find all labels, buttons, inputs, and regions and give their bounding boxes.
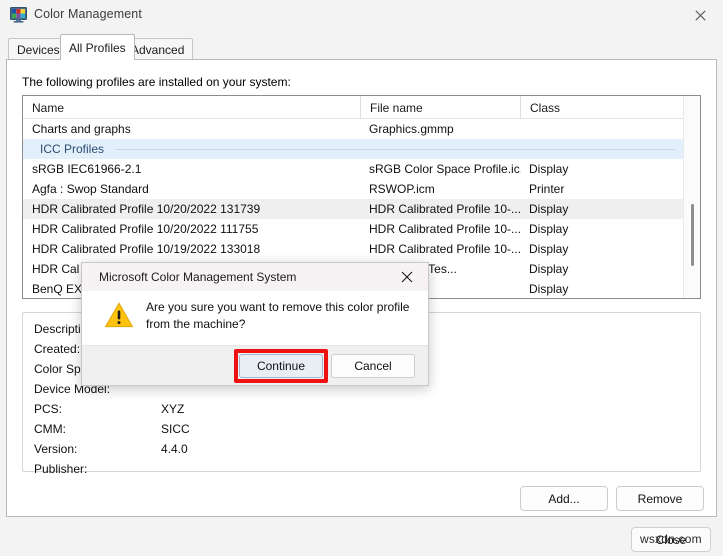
cell-class: Display	[529, 242, 569, 256]
table-row[interactable]: HDR Calibrated Profile 10/19/2022 133018…	[23, 239, 683, 259]
cancel-button[interactable]: Cancel	[331, 354, 415, 378]
add-button[interactable]: Add...	[520, 486, 608, 511]
cell-name: HDR Calibrated Profile 10/19/2022 133018	[32, 242, 261, 256]
dialog-close-icon[interactable]	[390, 263, 424, 291]
dialog-message: Are you sure you want to remove this col…	[146, 300, 410, 331]
confirm-remove-dialog: Microsoft Color Management System Are yo…	[81, 262, 429, 386]
group-header-rule	[115, 149, 675, 150]
description-value: XYZ	[161, 402, 185, 416]
list-header: Name File name Class	[23, 96, 700, 119]
table-row[interactable]: HDR Calibrated Profile 10/20/2022 111755…	[23, 219, 683, 239]
watermark-text: wsxdn.com	[640, 532, 702, 546]
cell-class	[529, 119, 679, 139]
description-label: Publisher:	[34, 462, 88, 476]
table-row[interactable]: Agfa : Swop Standard RSWOP.icm Printer	[23, 179, 683, 199]
cell-class: Display	[529, 262, 569, 276]
cell-class: Display	[529, 282, 569, 296]
cell-name: HDR Calibrated Profile 10/20/2022 111755	[32, 222, 259, 236]
description-label: Version:	[34, 442, 78, 456]
cell-file-name: HDR Calibrated Profile 10-...	[369, 202, 521, 216]
table-row[interactable]: sRGB IEC61966-2.1 sRGB Color Space Profil…	[23, 159, 683, 179]
color-management-window: Color Management Devices All Profiles Ad…	[0, 0, 723, 556]
cell-file-name: sRGB Color Space Profile.ic...	[369, 162, 521, 176]
cell-name: Charts and graphs	[32, 122, 131, 136]
list-vertical-scrollbar[interactable]	[683, 96, 700, 298]
cell-class: Printer	[529, 182, 565, 196]
remove-button[interactable]: Remove	[616, 486, 704, 511]
cell-file-name: HDR Calibrated Profile 10-...	[369, 222, 521, 236]
dialog-title-bar: Microsoft Color Management System	[82, 263, 428, 291]
column-header-file-name[interactable]: File name	[360, 96, 520, 119]
window-title: Color Management	[34, 7, 142, 21]
cell-name: Agfa : Swop Standard	[32, 182, 149, 196]
color-monitor-icon	[10, 7, 27, 23]
title-bar: Color Management	[0, 0, 723, 30]
group-header-label: ICC Profiles	[40, 142, 105, 156]
cell-class: Display	[529, 222, 569, 236]
table-row[interactable]: Charts and graphs Graphics.gmmp	[23, 119, 683, 139]
cell-file-name: HDR Calibrated Profile 10-...	[369, 242, 521, 256]
tab-all-profiles[interactable]: All Profiles	[60, 34, 135, 60]
continue-button[interactable]: Continue	[239, 354, 323, 378]
cell-file-name: Graphics.gmmp	[369, 122, 454, 136]
description-value: SICC	[161, 422, 190, 436]
description-value: 4.4.0	[161, 442, 188, 456]
list-group-header[interactable]: ICC Profiles	[23, 139, 683, 159]
warning-triangle-icon	[104, 301, 134, 329]
column-header-name[interactable]: Name	[23, 96, 360, 119]
description-label: CMM:	[34, 422, 66, 436]
tab-strip: Devices All Profiles Advanced	[0, 34, 723, 60]
scrollbar-thumb[interactable]	[691, 204, 694, 266]
cell-class: Display	[529, 202, 569, 216]
instruction-text: The following profiles are installed on …	[22, 75, 291, 89]
description-label: PCS:	[34, 402, 63, 416]
dialog-title: Microsoft Color Management System	[99, 270, 297, 284]
dialog-body: Are you sure you want to remove this col…	[82, 291, 428, 347]
window-close-icon[interactable]	[678, 0, 723, 30]
dialog-footer: Continue Cancel	[82, 345, 428, 385]
cell-file-name: RSWOP.icm	[369, 182, 435, 196]
table-row[interactable]: HDR Calibrated Profile 10/20/2022 131739…	[23, 199, 683, 219]
cell-class: Display	[529, 162, 569, 176]
cell-name: sRGB IEC61966-2.1	[32, 162, 142, 176]
cell-name: HDR Calibrated Profile 10/20/2022 131739	[32, 202, 261, 216]
description-label: Created:	[34, 342, 81, 356]
column-header-class[interactable]: Class	[520, 96, 683, 119]
